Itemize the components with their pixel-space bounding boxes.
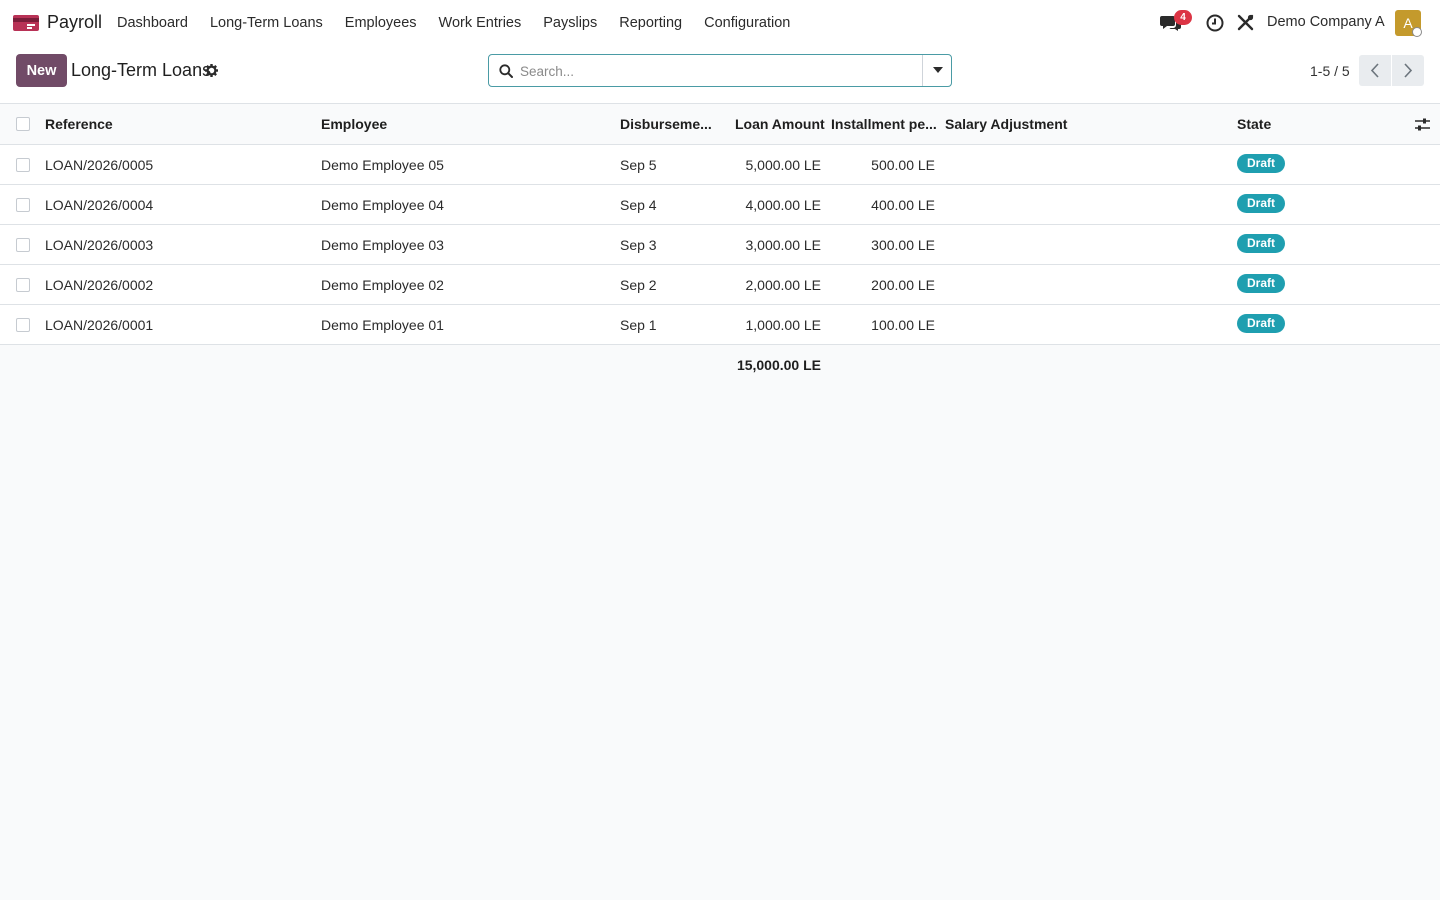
pager-next-button[interactable] [1392,55,1424,86]
cell-installment: 300.00 LE [871,237,935,253]
cell-loan-amount: 4,000.00 LE [745,197,821,213]
cell-reference: LOAN/2026/0003 [45,237,154,253]
messages-count-badge: 4 [1174,10,1192,25]
cell-loan-amount: 3,000.00 LE [745,237,821,253]
cell-installment: 400.00 LE [871,197,935,213]
table-footer-row: 15,000.00 LE [0,345,1440,385]
cell-reference: LOAN/2026/0002 [45,277,154,293]
cell-disbursement: Sep 2 [620,277,657,293]
menu-item-configuration[interactable]: Configuration [693,15,801,31]
row-checkbox[interactable] [16,158,30,172]
cell-reference: LOAN/2026/0004 [45,197,154,213]
menu-item-long-term-loans[interactable]: Long-Term Loans [199,15,334,31]
chevron-left-icon [1370,63,1379,78]
cell-loan-amount: 1,000.00 LE [745,317,821,333]
cell-disbursement: Sep 3 [620,237,657,253]
state-badge: Draft [1237,274,1286,293]
column-header-loan-amount[interactable]: Loan Amount [735,104,825,145]
top-navbar: Payroll Dashboard Long-Term Loans Employ… [0,0,1440,46]
page-title: Long-Term Loans [71,60,212,80]
menu-item-dashboard[interactable]: Dashboard [106,15,199,31]
caret-down-icon [933,67,943,73]
chevron-right-icon [1404,63,1413,78]
table-row[interactable]: LOAN/2026/0003 Demo Employee 03 Sep 3 3,… [0,225,1440,265]
loan-amount-total: 15,000.00 LE [736,357,821,373]
state-badge: Draft [1237,154,1286,173]
row-checkbox[interactable] [16,238,30,252]
column-header-disbursement[interactable]: Disburseme... [620,104,712,145]
search-icon [499,64,513,78]
cell-disbursement: Sep 4 [620,197,657,213]
cell-loan-amount: 2,000.00 LE [745,277,821,293]
search-bar [488,54,952,87]
clock-icon[interactable] [1206,14,1224,32]
state-badge: Draft [1237,234,1286,253]
menu-item-payslips[interactable]: Payslips [532,15,608,31]
cell-disbursement: Sep 5 [620,157,657,173]
cell-employee: Demo Employee 02 [321,277,444,293]
column-header-salary-adjustment[interactable]: Salary Adjustment [945,104,1067,145]
cell-employee: Demo Employee 04 [321,197,444,213]
table-header-row: Reference Employee Disburseme... Loan Am… [0,104,1440,145]
cell-disbursement: Sep 1 [620,317,657,333]
state-badge: Draft [1237,194,1286,213]
pager-value[interactable]: 1-5 / 5 [1310,63,1350,79]
loans-list-table: Reference Employee Disburseme... Loan Am… [0,104,1440,385]
search-input[interactable] [520,59,910,83]
column-header-state[interactable]: State [1237,104,1271,145]
table-row[interactable]: LOAN/2026/0005 Demo Employee 05 Sep 5 5,… [0,145,1440,185]
optional-columns-icon[interactable] [1415,118,1430,131]
row-checkbox[interactable] [16,198,30,212]
user-status-icon [1412,27,1422,37]
control-panel: New Long-Term Loans 1-5 / 5 [0,46,1440,104]
menu-item-reporting[interactable]: Reporting [608,15,693,31]
main-menu: Dashboard Long-Term Loans Employees Work… [106,0,801,46]
state-badge: Draft [1237,314,1286,333]
cell-loan-amount: 5,000.00 LE [745,157,821,173]
cell-installment: 100.00 LE [871,317,935,333]
gear-icon[interactable] [205,64,218,77]
cell-installment: 200.00 LE [871,277,935,293]
select-all-checkbox[interactable] [16,117,30,131]
menu-item-work-entries[interactable]: Work Entries [428,15,533,31]
cell-reference: LOAN/2026/0005 [45,157,154,173]
column-header-employee[interactable]: Employee [321,104,387,145]
tools-icon[interactable] [1237,14,1254,31]
cell-employee: Demo Employee 01 [321,317,444,333]
new-button[interactable]: New [16,54,67,87]
cell-employee: Demo Employee 05 [321,157,444,173]
payroll-app-icon[interactable] [13,13,39,33]
cell-reference: LOAN/2026/0001 [45,317,154,333]
pager-previous-button[interactable] [1359,55,1391,86]
column-header-installment[interactable]: Installment pe... [831,104,937,145]
app-name[interactable]: Payroll [47,12,102,33]
table-row[interactable]: LOAN/2026/0004 Demo Employee 04 Sep 4 4,… [0,185,1440,225]
table-row[interactable]: LOAN/2026/0002 Demo Employee 02 Sep 2 2,… [0,265,1440,305]
table-row[interactable]: LOAN/2026/0001 Demo Employee 01 Sep 1 1,… [0,305,1440,345]
company-switcher[interactable]: Demo Company A [1267,14,1385,30]
menu-item-employees[interactable]: Employees [334,15,428,31]
cell-employee: Demo Employee 03 [321,237,444,253]
cell-installment: 500.00 LE [871,157,935,173]
column-header-reference[interactable]: Reference [45,104,113,145]
row-checkbox[interactable] [16,278,30,292]
search-options-toggle[interactable] [923,55,952,86]
row-checkbox[interactable] [16,318,30,332]
